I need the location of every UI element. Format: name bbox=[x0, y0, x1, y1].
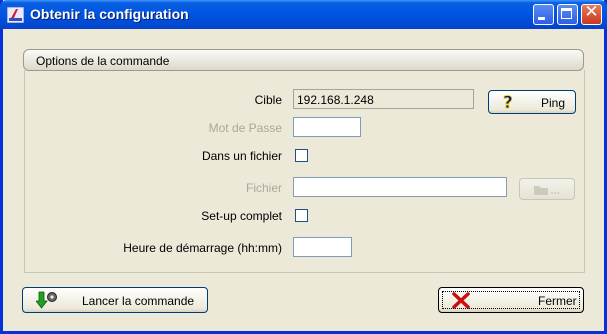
cible-field: 192.168.1.248 bbox=[293, 89, 474, 109]
fermer-button[interactable]: Fermer bbox=[438, 287, 584, 313]
title-bar[interactable]: Obtenir la configuration ✕ bbox=[0, 0, 607, 29]
fichier-label: Fichier bbox=[245, 181, 282, 195]
setup-label: Set-up complet bbox=[201, 209, 282, 223]
setup-checkbox[interactable] bbox=[295, 209, 308, 222]
heure-input[interactable] bbox=[293, 237, 352, 257]
fermer-label: Fermer bbox=[538, 294, 577, 308]
red-x-icon bbox=[452, 292, 470, 309]
cible-value: 192.168.1.248 bbox=[297, 93, 374, 107]
run-command-icon bbox=[36, 291, 57, 309]
heure-label: Heure de démarrage (hh:mm) bbox=[123, 241, 282, 255]
dans-fichier-label: Dans un fichier bbox=[201, 149, 282, 163]
help-question-icon: ? bbox=[503, 93, 514, 111]
browse-button[interactable] bbox=[519, 178, 575, 200]
password-input[interactable] bbox=[293, 117, 361, 137]
minimize-icon bbox=[538, 17, 545, 20]
password-label: Mot de Passe bbox=[208, 121, 282, 135]
dans-fichier-checkbox[interactable] bbox=[295, 149, 308, 162]
lancer-commande-label: Lancer la commande bbox=[82, 294, 195, 308]
close-icon: ✕ bbox=[584, 2, 599, 22]
dialog-window: Obtenir la configuration ✕ Options de la… bbox=[0, 0, 607, 334]
ping-label: Ping bbox=[541, 96, 566, 110]
folder-browse-icon bbox=[534, 186, 559, 195]
svg-text:?: ? bbox=[503, 93, 513, 111]
lancer-commande-button[interactable]: Lancer la commande bbox=[22, 287, 208, 313]
window-title: Obtenir la configuration bbox=[30, 6, 189, 22]
ping-button[interactable]: ? Ping bbox=[488, 90, 576, 114]
app-icon bbox=[7, 7, 24, 23]
fichier-input[interactable] bbox=[293, 177, 507, 197]
maximize-icon bbox=[561, 8, 572, 19]
minimize-button[interactable] bbox=[533, 4, 554, 25]
close-button[interactable]: ✕ bbox=[581, 2, 602, 25]
group-title: Options de la commande bbox=[36, 54, 170, 68]
maximize-button[interactable] bbox=[557, 4, 578, 25]
cible-label: Cible bbox=[254, 93, 282, 107]
group-header: Options de la commande bbox=[23, 49, 584, 71]
